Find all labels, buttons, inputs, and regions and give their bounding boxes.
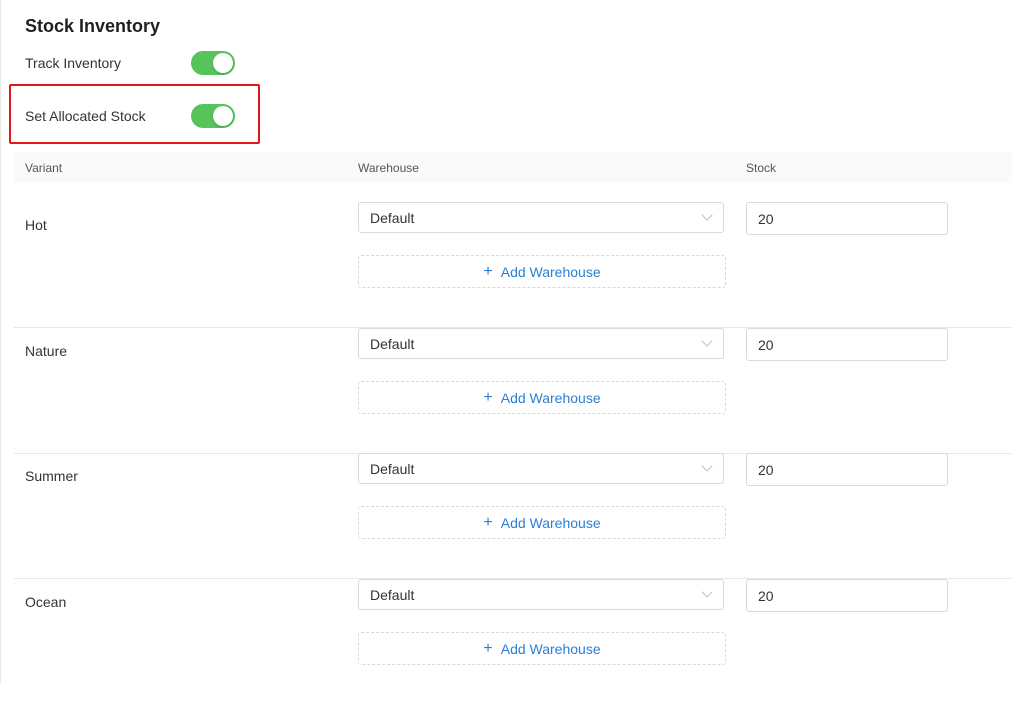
warehouse-select[interactable]: Default — [358, 453, 724, 484]
variant-row-summer: Summer Default + Add Warehouse — [14, 453, 1012, 579]
warehouse-select-value: Default — [370, 587, 415, 603]
stock-input[interactable] — [746, 579, 948, 612]
warehouse-select-value: Default — [370, 336, 415, 352]
track-inventory-row: Track Inventory — [25, 49, 235, 77]
add-warehouse-button[interactable]: + Add Warehouse — [358, 255, 726, 288]
toggle-knob — [213, 53, 233, 73]
add-warehouse-button[interactable]: + Add Warehouse — [358, 381, 726, 414]
add-warehouse-label: Add Warehouse — [500, 640, 601, 657]
panel-border — [0, 0, 1, 683]
chevron-down-icon — [701, 335, 713, 347]
section-title: Stock Inventory — [25, 16, 161, 36]
variant-row-hot: Hot Default + Add Warehouse — [14, 202, 1012, 328]
set-allocated-stock-label: Set Allocated Stock — [25, 108, 146, 124]
stock-input[interactable] — [746, 202, 948, 235]
toggle-knob — [213, 106, 233, 126]
plus-icon: + — [483, 262, 493, 280]
variant-name: Hot — [25, 217, 47, 233]
plus-icon: + — [483, 513, 493, 531]
stock-input[interactable] — [746, 453, 948, 486]
plus-icon: + — [483, 388, 493, 406]
header-stock: Stock — [746, 161, 777, 175]
plus-icon: + — [483, 639, 493, 657]
add-warehouse-label: Add Warehouse — [500, 263, 601, 280]
warehouse-select[interactable]: Default — [358, 579, 724, 610]
header-warehouse: Warehouse — [358, 161, 419, 175]
warehouse-select[interactable]: Default — [358, 328, 724, 359]
track-inventory-toggle[interactable] — [191, 51, 235, 75]
variant-name: Summer — [25, 468, 78, 484]
stock-input[interactable] — [746, 328, 948, 361]
add-warehouse-label: Add Warehouse — [500, 514, 601, 531]
variant-row-nature: Nature Default + Add Warehouse — [14, 328, 1012, 454]
variant-name: Nature — [25, 343, 68, 359]
header-variant: Variant — [25, 161, 63, 175]
warehouse-select-value: Default — [370, 210, 415, 226]
set-allocated-stock-row: Set Allocated Stock — [25, 102, 235, 130]
chevron-down-icon — [701, 209, 713, 221]
chevron-down-icon — [701, 586, 713, 598]
variant-row-ocean: Ocean Default + Add Warehouse — [14, 579, 1012, 704]
set-allocated-stock-toggle[interactable] — [191, 104, 235, 128]
add-warehouse-button[interactable]: + Add Warehouse — [358, 632, 726, 665]
warehouse-select-value: Default — [370, 461, 415, 477]
add-warehouse-button[interactable]: + Add Warehouse — [358, 506, 726, 539]
warehouse-select[interactable]: Default — [358, 202, 724, 233]
table-header: Variant Warehouse Stock — [14, 152, 1012, 183]
add-warehouse-label: Add Warehouse — [500, 389, 601, 406]
track-inventory-label: Track Inventory — [25, 55, 121, 71]
chevron-down-icon — [701, 460, 713, 472]
variant-name: Ocean — [25, 594, 67, 610]
